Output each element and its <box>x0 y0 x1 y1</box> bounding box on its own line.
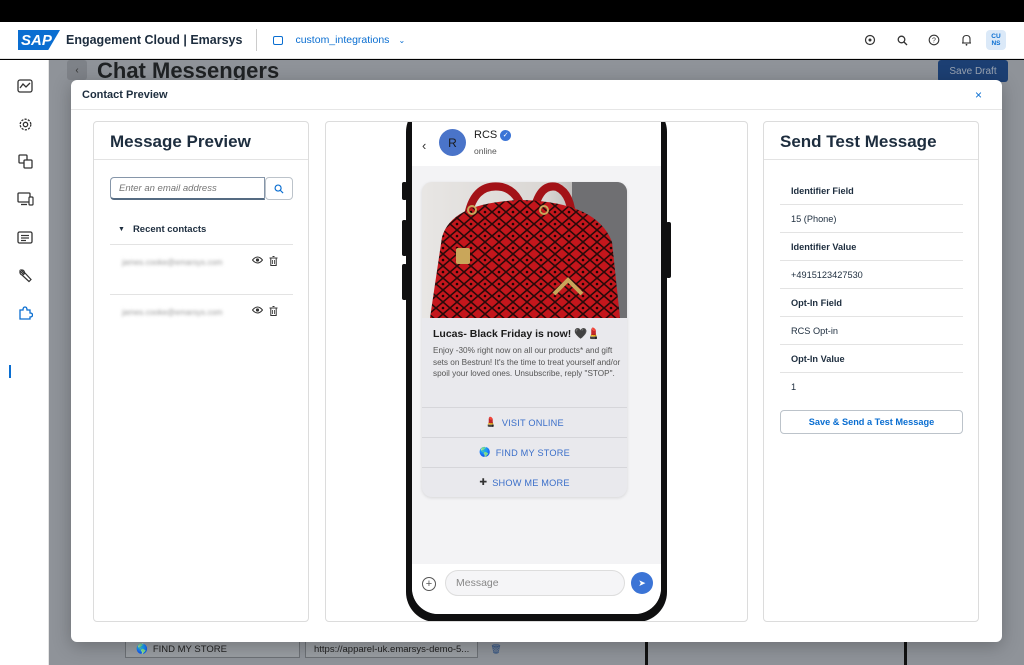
phone-screen: ‹ R RCS ✓ online Lucas- Black Friday is … <box>412 122 661 614</box>
card-image-handbag <box>422 182 627 318</box>
caret-down-icon: ▼ <box>118 226 125 233</box>
opt-in-field-label: Opt-In Field <box>780 289 963 317</box>
back-icon: ‹ <box>67 60 87 80</box>
background-field-store-label: FIND MY STORE <box>152 643 227 655</box>
card-description: Enjoy -30% right now on all our products… <box>433 346 621 378</box>
contact-email-blurred: james.cooke@emarsys.com <box>122 258 223 267</box>
user-avatar[interactable]: CU NS <box>986 30 1006 50</box>
find-my-store-button[interactable]: 🌎 FIND MY STORE <box>422 437 627 467</box>
feedback-icon[interactable] <box>854 27 886 53</box>
sender-status: online <box>474 146 497 156</box>
phone-preview-area: ‹ R RCS ✓ online Lucas- Black Friday is … <box>325 121 748 622</box>
app-title: Engagement Cloud | Emarsys <box>66 33 243 47</box>
message-preview-panel: Message Preview ▼ Recent contacts james.… <box>93 121 309 622</box>
identifier-field-value: 15 (Phone) <box>780 205 963 233</box>
sender-avatar: R <box>439 129 466 156</box>
list-card-icon[interactable] <box>16 228 34 246</box>
rich-card: Lucas- Black Friday is now! 🖤💄 Enjoy -30… <box>422 182 627 497</box>
shell-actions: ? CU NS <box>854 27 1006 53</box>
search-icon <box>274 184 284 194</box>
dialog-title: Contact Preview <box>82 88 168 101</box>
opt-in-field-value: RCS Opt-in <box>780 317 963 345</box>
globe-icon: 🌎 <box>136 643 148 655</box>
sender-name-row: RCS ✓ <box>474 129 512 141</box>
wrench-icon[interactable] <box>16 266 34 284</box>
sender-name: RCS <box>474 129 498 141</box>
back-arrow-icon[interactable]: ‹ <box>422 138 426 153</box>
identifier-value-value: +4915123427530 <box>780 261 963 289</box>
contact-row[interactable]: james.cooke@emarsys.com <box>110 244 293 294</box>
identifier-value-label: Identifier Value <box>780 233 963 261</box>
send-test-message-title: Send Test Message <box>764 122 978 160</box>
contact-email-blurred: james.cooke@emarsys.com <box>122 308 223 317</box>
sap-logo[interactable]: SAP <box>18 30 60 50</box>
briefcase-icon <box>273 35 284 45</box>
identifier-field-label: Identifier Field <box>780 177 963 205</box>
message-preview-title: Message Preview <box>94 122 308 160</box>
top-black-bar <box>0 0 1024 22</box>
add-attachment-icon[interactable]: + <box>422 577 436 591</box>
card-title: Lucas- Black Friday is now! 🖤💄 <box>433 328 601 340</box>
notification-bell-icon[interactable] <box>950 27 982 53</box>
verified-check-icon: ✓ <box>500 129 512 141</box>
trash-icon[interactable] <box>269 256 278 269</box>
eye-icon[interactable] <box>251 256 264 269</box>
message-input[interactable]: Message <box>445 570 625 596</box>
devices-icon[interactable] <box>16 190 34 208</box>
context-selector[interactable]: custom_integrations <box>295 34 389 46</box>
svg-text:?: ? <box>932 38 936 45</box>
integrations-puzzle-icon[interactable] <box>16 303 34 321</box>
contact-preview-dialog: Contact Preview × Message Preview ▼ Rece… <box>71 80 1002 642</box>
recent-contacts-toggle[interactable]: ▼ Recent contacts <box>118 224 206 235</box>
phone-frame: ‹ R RCS ✓ online Lucas- Black Friday is … <box>406 122 667 621</box>
visit-online-button[interactable]: 💄 VISIT ONLINE <box>422 407 627 437</box>
analytics-icon[interactable] <box>16 77 34 95</box>
lipstick-icon: 💄 <box>485 417 497 427</box>
visit-online-label: VISIT ONLINE <box>501 417 564 428</box>
message-composer: + Message ➤ <box>412 564 661 614</box>
side-navigation <box>0 60 49 665</box>
opt-in-value-value: 1 <box>791 382 797 392</box>
trash-icon[interactable] <box>269 306 278 319</box>
search-button[interactable] <box>265 177 293 200</box>
opt-in-value-label: Opt-In Value <box>780 345 963 373</box>
email-search-input[interactable] <box>110 177 265 200</box>
background-field-store: 🌎 FIND MY STORE <box>125 640 300 658</box>
search-icon[interactable] <box>886 27 918 53</box>
find-my-store-label: FIND MY STORE <box>495 447 570 458</box>
chevron-down-icon[interactable]: ⌄ <box>398 36 405 45</box>
trash-icon: 🗑 <box>490 643 502 654</box>
recent-contacts-label: Recent contacts <box>132 224 207 235</box>
nav-active-indicator <box>9 365 11 378</box>
show-me-more-label: SHOW ME MORE <box>492 477 570 488</box>
settings-gear-icon[interactable] <box>16 115 34 133</box>
eye-icon[interactable] <box>251 306 264 319</box>
show-me-more-button[interactable]: ✚ SHOW ME MORE <box>422 467 627 497</box>
help-icon[interactable]: ? <box>918 27 950 53</box>
shell-bar: SAP Engagement Cloud | Emarsys custom_in… <box>0 22 1024 59</box>
send-test-message-panel: Send Test Message Identifier Field 15 (P… <box>763 121 979 622</box>
shell-separator <box>256 29 258 51</box>
dialog-header: Contact Preview <box>71 80 1002 110</box>
globe-icon: 🌎 <box>479 447 491 457</box>
close-icon[interactable]: × <box>975 88 982 102</box>
contact-row[interactable]: james.cooke@emarsys.com <box>110 294 293 344</box>
content-icon[interactable] <box>16 152 34 170</box>
background-phone-edge <box>645 642 907 665</box>
chat-header: ‹ R RCS ✓ online <box>412 122 661 166</box>
save-draft-button: Save Draft <box>938 60 1008 82</box>
save-send-test-button[interactable]: Save & Send a Test Message <box>780 410 963 434</box>
plus-icon: ✚ <box>479 477 488 487</box>
send-icon[interactable]: ➤ <box>631 572 653 594</box>
background-field-url: https://apparel-uk.emarsys-demo-5... <box>305 640 478 658</box>
